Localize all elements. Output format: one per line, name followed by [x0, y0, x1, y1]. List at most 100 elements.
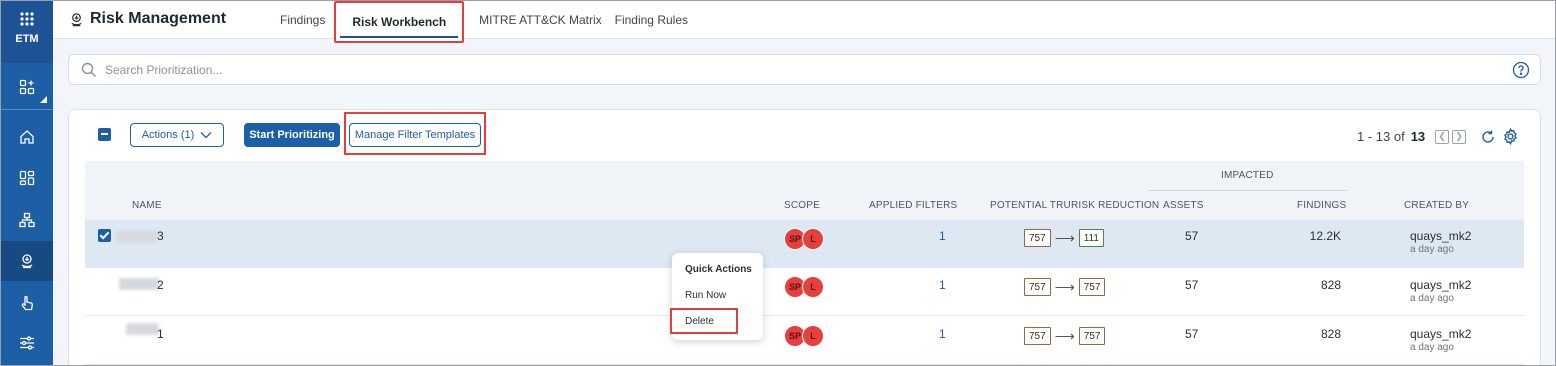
rail-item-hierarchy[interactable] [1, 200, 53, 240]
rail-item-widgets[interactable] [1, 158, 53, 198]
pagination: 1 - 13 of 13 ❮ ❯ [1357, 128, 1519, 145]
next-page-icon[interactable]: ❯ [1452, 129, 1467, 144]
rail-item-touch[interactable] [1, 283, 53, 323]
product-label: ETM [15, 33, 39, 45]
search-input[interactable]: Search Prioritization... [105, 63, 222, 77]
start-prioritizing-button[interactable]: Start Prioritizing [244, 123, 340, 147]
trurisk-reduction: 757 ⟶ 757 [1024, 327, 1106, 345]
select-all-checkbox[interactable] [98, 128, 111, 141]
search-bar[interactable]: Search Prioritization... [68, 54, 1541, 85]
scope-badge-l: L [802, 228, 824, 250]
trurisk-to: 757 [1078, 327, 1106, 345]
findings-count: 828 [1320, 327, 1341, 341]
search-icon [81, 62, 96, 77]
col-header-name[interactable]: NAME [132, 200, 162, 211]
scope-badge-l: L [802, 325, 824, 347]
scope-badges: SP L [784, 276, 824, 298]
scope-badges: SP L [784, 325, 824, 347]
dashboard-add-icon[interactable] [19, 79, 35, 95]
arrow-right-icon: ⟶ [1054, 327, 1075, 344]
tab-findings[interactable]: Findings [271, 1, 334, 39]
col-header-findings[interactable]: FINDINGS [1297, 200, 1346, 211]
sliders-icon[interactable] [19, 335, 35, 351]
tab-risk-workbench[interactable]: Risk Workbench [334, 1, 465, 43]
col-header-assets[interactable]: ASSETS [1163, 200, 1204, 211]
arrow-right-icon: ⟶ [1054, 278, 1075, 295]
corner-caret-icon [40, 96, 47, 103]
created-by: quays_mk2 a day ago [1410, 229, 1471, 255]
scope-badges: SP L [784, 228, 824, 250]
creator-name: quays_mk2 [1410, 327, 1472, 341]
help-icon[interactable] [1512, 61, 1530, 79]
trurisk-to: 111 [1078, 229, 1104, 247]
created-time: a day ago [1410, 244, 1454, 255]
assets-count: 57 [1185, 327, 1199, 341]
impacted-group-header: IMPACTED [1221, 170, 1274, 181]
page-title-text: Risk Management [90, 10, 227, 27]
hierarchy-icon[interactable] [19, 212, 35, 228]
refresh-icon[interactable] [1480, 129, 1496, 145]
redacted-name [126, 323, 159, 335]
scope-badge-l: L [802, 276, 824, 298]
col-header-scope[interactable]: SCOPE [784, 200, 820, 211]
tab-mitre-attack-matrix[interactable]: MITRE ATT&CK Matrix [470, 1, 610, 39]
tab-finding-rules[interactable]: Finding Rules [611, 1, 697, 39]
risk-management-icon [71, 12, 82, 26]
app-window: ETM Risk Management Findings Risk Workbe… [0, 0, 1556, 366]
row-name-suffix: 3 [157, 229, 164, 243]
created-by: quays_mk2 a day ago [1410, 278, 1471, 304]
creator-name: quays_mk2 [1410, 229, 1472, 243]
trurisk-from: 757 [1024, 327, 1051, 345]
col-header-applied-filters[interactable]: APPLIED FILTERS [869, 200, 957, 211]
arrow-right-icon: ⟶ [1054, 229, 1075, 246]
trurisk-reduction: 757 ⟶ 111 [1024, 229, 1104, 247]
trurisk-from: 757 [1024, 229, 1051, 247]
redacted-name [117, 231, 157, 243]
pagination-range: 1 - 13 of [1357, 129, 1405, 144]
applied-filters-link[interactable]: 1 [939, 229, 946, 243]
col-header-trurisk-reduction[interactable]: POTENTIAL TRURISK REDUCTION [990, 200, 1159, 211]
applied-filters-link[interactable]: 1 [939, 327, 946, 341]
rail-divider [1, 109, 53, 110]
rail-item-dashboard-add[interactable] [1, 67, 53, 107]
actions-label: Actions (1) [141, 129, 195, 141]
manage-filter-templates-button[interactable]: Manage Filter Templates [349, 123, 481, 147]
rail-item-risk[interactable] [1, 241, 53, 281]
actions-dropdown[interactable]: Actions (1) [130, 123, 224, 147]
redacted-name [119, 278, 159, 290]
rail-item-home[interactable] [1, 117, 53, 157]
risk-icon[interactable] [19, 253, 35, 269]
row-name-suffix: 2 [157, 278, 164, 292]
pagination-total: 13 [1410, 129, 1426, 144]
row-checkbox[interactable] [98, 229, 111, 242]
widgets-icon[interactable] [19, 170, 35, 186]
trurisk-to: 757 [1078, 278, 1106, 296]
assets-count: 57 [1185, 229, 1199, 243]
highlight-box-delete [670, 308, 738, 334]
home-icon[interactable] [19, 129, 35, 145]
assets-count: 57 [1185, 278, 1199, 292]
chevron-down-icon [200, 132, 212, 139]
created-by: quays_mk2 a day ago [1410, 327, 1471, 353]
app-switcher[interactable]: ETM [1, 1, 53, 63]
apps-grid-icon[interactable] [19, 11, 35, 27]
left-nav-rail: ETM [1, 1, 53, 365]
tab-bar: Findings Risk Workbench MITRE ATT&CK Mat… [271, 1, 697, 43]
trurisk-reduction: 757 ⟶ 757 [1024, 278, 1106, 296]
findings-count: 12.2K [1309, 229, 1341, 243]
impacted-divider [1148, 190, 1347, 191]
settings-gear-icon[interactable] [1502, 128, 1519, 145]
applied-filters-link[interactable]: 1 [939, 278, 946, 292]
creator-name: quays_mk2 [1410, 278, 1472, 292]
findings-count: 828 [1320, 278, 1341, 292]
touch-icon[interactable] [19, 295, 35, 311]
quick-actions-title: Quick Actions [685, 264, 752, 275]
menu-item-run-now[interactable]: Run Now [685, 290, 726, 301]
col-header-created-by[interactable]: CREATED BY [1404, 200, 1469, 211]
app-header: Risk Management Findings Risk Workbench … [53, 1, 1555, 43]
page-title: Risk Management [69, 10, 226, 28]
created-time: a day ago [1410, 342, 1454, 353]
prev-page-icon[interactable]: ❮ [1435, 129, 1450, 144]
row-name-suffix: 1 [157, 327, 164, 341]
rail-item-settings-sliders[interactable] [1, 323, 53, 363]
